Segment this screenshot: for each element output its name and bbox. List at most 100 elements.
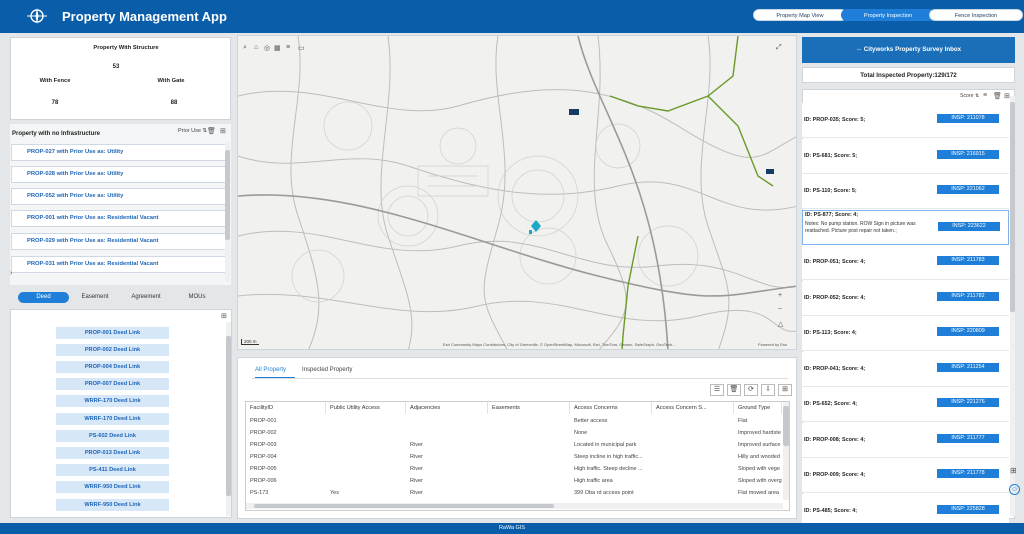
table-cell[interactable] bbox=[326, 416, 406, 427]
inspection-button[interactable]: INSP: 225828 bbox=[937, 504, 999, 514]
table-cell[interactable]: River bbox=[406, 452, 488, 463]
grid-view-icon[interactable]: ⊞ bbox=[220, 127, 226, 135]
sort-prior-use[interactable]: Prior Use ⇅ bbox=[178, 128, 207, 134]
table-cell[interactable]: None bbox=[570, 428, 652, 439]
table-cell[interactable] bbox=[326, 428, 406, 439]
inspection-button[interactable]: INSP: 211782 bbox=[937, 291, 999, 301]
table-cell[interactable]: River bbox=[406, 476, 488, 487]
deed-link[interactable]: WRRF-170 Deed Link bbox=[56, 395, 169, 407]
table-cell[interactable]: Better access bbox=[570, 416, 652, 427]
tab-agreement[interactable]: Agreement bbox=[121, 292, 171, 303]
table-cell[interactable]: Located in municipal park bbox=[570, 440, 652, 451]
table-cell[interactable] bbox=[652, 416, 734, 427]
grid-view-icon[interactable]: ⊞ bbox=[1010, 466, 1017, 475]
table-cell[interactable]: PROP-005 bbox=[246, 464, 326, 475]
inbox-item[interactable]: ID: PROP-041; Score: 4; INSP: 211254 bbox=[802, 351, 1009, 387]
col-header[interactable]: Ground Type bbox=[734, 402, 782, 414]
table-cell[interactable]: River bbox=[406, 464, 488, 475]
table-cell[interactable] bbox=[326, 464, 406, 475]
refresh-icon[interactable]: ⟳ bbox=[744, 384, 758, 396]
table-cell[interactable] bbox=[488, 428, 570, 439]
table-cell[interactable] bbox=[652, 464, 734, 475]
table-cell[interactable]: Improved surface bbox=[734, 440, 782, 451]
table-cell[interactable]: PROP-001 bbox=[246, 416, 326, 427]
deed-link[interactable]: WRRF-950 Deed Link bbox=[56, 499, 169, 511]
nav-property-inspection[interactable]: Property Inspection bbox=[841, 9, 935, 21]
table-cell[interactable]: PROP-006 bbox=[246, 476, 326, 487]
table-cell[interactable] bbox=[488, 488, 570, 499]
map-view[interactable]: ⌕ ⌂ ◎ ▦ ≡ ▭ ⤢ + − △ 200 m Esri Community… bbox=[237, 35, 797, 350]
locate-icon[interactable]: ◎ bbox=[264, 44, 270, 52]
grid-view-icon[interactable]: ⊞ bbox=[778, 384, 792, 396]
table-cell[interactable]: Flat mowed area bbox=[734, 488, 782, 499]
table-cell[interactable]: Sloped with overg bbox=[734, 476, 782, 487]
list-item[interactable]: PROP-027 with Prior Use as: Utility bbox=[11, 144, 229, 161]
trash-icon[interactable]: 🗑 bbox=[727, 384, 741, 396]
deed-link[interactable]: PS-602 Deed Link bbox=[56, 430, 169, 442]
inbox-item[interactable]: ID: PROP-051; Score: 4; INSP: 211783 bbox=[802, 245, 1009, 280]
table-cell[interactable] bbox=[652, 488, 734, 499]
tab-inspected-property[interactable]: Inspected Property bbox=[302, 367, 352, 373]
table-cell[interactable] bbox=[652, 440, 734, 451]
deed-link[interactable]: PROP-004 Deed Link bbox=[56, 361, 169, 373]
filter-icon[interactable]: ≡ bbox=[983, 92, 987, 99]
tab-deed[interactable]: Deed bbox=[18, 292, 69, 303]
tab-easement[interactable]: Easement bbox=[71, 292, 119, 303]
nav-fence-inspection[interactable]: Fence Inspection bbox=[929, 9, 1023, 21]
table-cell[interactable]: PROP-003 bbox=[246, 440, 326, 451]
table-cell[interactable] bbox=[488, 440, 570, 451]
inbox-item[interactable]: ID: PS-681; Score: 5; INSP: 216915 bbox=[802, 138, 1009, 174]
table-cell[interactable] bbox=[488, 464, 570, 475]
table-cell[interactable] bbox=[652, 428, 734, 439]
search-icon[interactable]: ⌕ bbox=[243, 44, 247, 52]
inbox-scrollbar[interactable] bbox=[1010, 96, 1015, 516]
table-cell[interactable] bbox=[652, 476, 734, 487]
zoom-out-icon[interactable]: − bbox=[778, 306, 782, 313]
table-cell[interactable] bbox=[326, 476, 406, 487]
col-header[interactable]: Adjacencies bbox=[406, 402, 488, 414]
zoom-in-icon[interactable]: + bbox=[778, 292, 782, 299]
table-cell[interactable] bbox=[652, 452, 734, 463]
inspection-button[interactable]: INSP: 216915 bbox=[937, 149, 999, 159]
inspection-button[interactable]: INSP: 221062 bbox=[937, 185, 999, 194]
table-cell[interactable] bbox=[488, 452, 570, 463]
inspection-button[interactable]: INSP: 223622 bbox=[938, 221, 1000, 231]
table-cell[interactable]: High traffic area bbox=[570, 476, 652, 487]
deed-link[interactable]: PROP-007 Deed Link bbox=[56, 378, 169, 390]
table-cell[interactable] bbox=[326, 440, 406, 451]
grid-view-icon[interactable]: ⊞ bbox=[221, 312, 227, 320]
list-item[interactable]: PROP-029 with Prior Use as: Residential … bbox=[11, 233, 229, 250]
inspection-button[interactable]: INSP: 211777 bbox=[937, 433, 999, 443]
table-cell[interactable]: PS-173 bbox=[246, 488, 326, 499]
compass-icon[interactable]: △ bbox=[778, 320, 783, 328]
table-cell[interactable]: High traffic. Steep decline ... bbox=[570, 464, 652, 475]
deed-link[interactable]: WRRF-170 Deed Link bbox=[56, 413, 169, 425]
table-cell[interactable]: 399 Oba rd access point bbox=[570, 488, 652, 499]
col-header[interactable]: Easements bbox=[488, 402, 570, 414]
deed-link[interactable]: PROP-001 Deed Link bbox=[56, 327, 169, 339]
table-cell[interactable]: River bbox=[406, 440, 488, 451]
layers-icon[interactable]: ≡ bbox=[286, 44, 290, 51]
deed-link[interactable]: PROP-002 Deed Link bbox=[56, 344, 169, 356]
grid-view-icon[interactable]: ⊞ bbox=[1004, 92, 1010, 100]
inbox-item[interactable]: ID: PROP-008; Score: 4; INSP: 211777 bbox=[802, 422, 1009, 458]
deed-link[interactable]: PROP-013 Deed Link bbox=[56, 447, 169, 459]
trash-icon[interactable]: 🗑 bbox=[993, 92, 1002, 100]
grid-vscrollbar[interactable] bbox=[783, 402, 789, 500]
inbox-item[interactable]: ID: PROP-009; Score: 4; INSP: 211778 bbox=[802, 458, 1009, 493]
score-sort[interactable]: Score ⇅ bbox=[960, 93, 979, 99]
nav-property-map-view[interactable]: Property Map View bbox=[753, 9, 847, 21]
print-icon[interactable]: ▭ bbox=[298, 44, 305, 52]
table-cell[interactable]: Yes bbox=[326, 488, 406, 499]
map-canvas[interactable] bbox=[238, 36, 797, 350]
list-item[interactable]: PROP-028 with Prior Use as: Utility bbox=[11, 166, 229, 183]
inbox-item[interactable]: ID: PS-877; Score: 4; Notes: No pump stat… bbox=[802, 209, 1009, 245]
inbox-item[interactable]: ID: PS-113; Score: 4; INSP: 220809 bbox=[802, 316, 1009, 351]
grid-hscrollbar[interactable] bbox=[246, 503, 783, 509]
deed-link[interactable]: WRRF-950 Deed Link bbox=[56, 481, 169, 493]
col-header[interactable]: Public Utility Access bbox=[326, 402, 406, 414]
table-cell[interactable]: Improved hardste bbox=[734, 428, 782, 439]
trash-icon[interactable]: 🗑 bbox=[207, 127, 216, 135]
table-cell[interactable]: Flat bbox=[734, 416, 782, 427]
deed-link[interactable]: PS-411 Deed Link bbox=[56, 464, 169, 476]
